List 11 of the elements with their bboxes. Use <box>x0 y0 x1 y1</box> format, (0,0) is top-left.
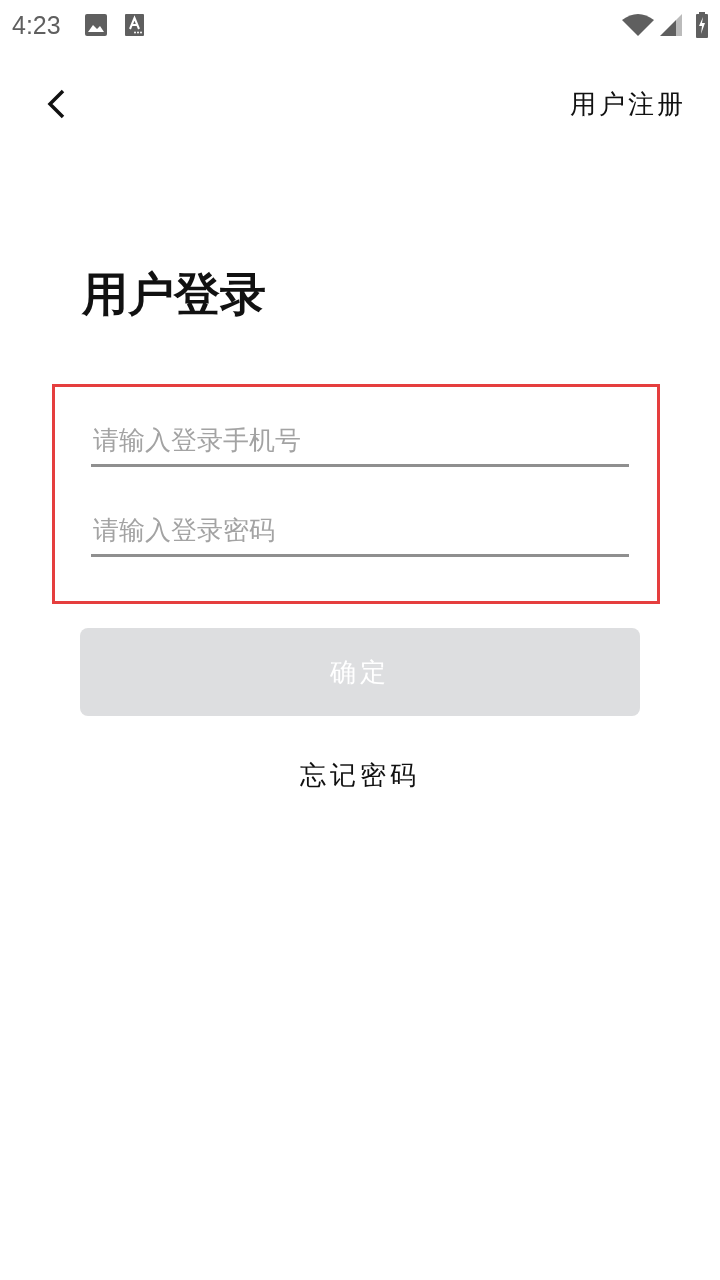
battery-icon <box>696 12 708 38</box>
wifi-icon <box>622 14 654 36</box>
register-link[interactable]: 用户注册 <box>570 86 686 122</box>
page-title: 用户登录 <box>82 267 267 322</box>
input-field[interactable]: 请输入登录手机号 <box>91 415 629 467</box>
status-time: 4:23 <box>12 10 61 40</box>
text-app-icon <box>124 14 144 36</box>
image-icon <box>84 14 107 36</box>
forgot-password-link[interactable]: 忘记密码 <box>300 758 420 793</box>
input-field[interactable]: 请输入登录密码 <box>91 505 629 557</box>
signal-icon <box>660 14 682 36</box>
